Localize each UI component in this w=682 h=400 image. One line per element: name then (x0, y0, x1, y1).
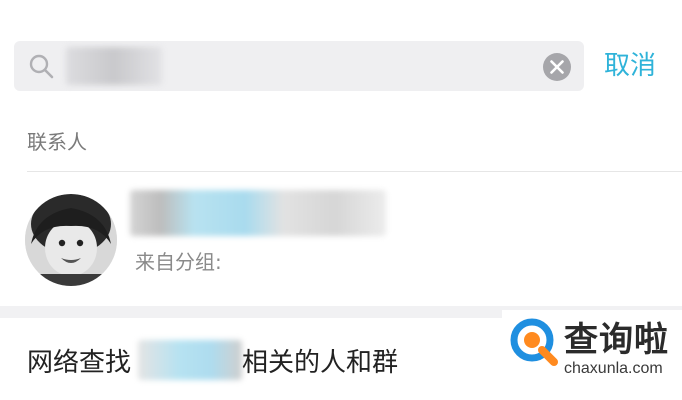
watermark: 查询啦 chaxunla.com (502, 310, 682, 400)
close-icon (550, 60, 564, 74)
search-bar (14, 41, 584, 91)
contact-result-row[interactable]: 来自分组: (0, 172, 682, 306)
avatar-photo (25, 194, 117, 286)
search-online-suffix: 相关的人和群 (242, 348, 399, 378)
clear-search-button[interactable] (543, 53, 571, 81)
cancel-button[interactable]: 取消 (604, 48, 670, 84)
watermark-url: chaxunla.com (564, 360, 663, 377)
watermark-title: 查询啦 (564, 320, 669, 360)
search-online-prefix: 网络查找 (27, 348, 132, 378)
contact-subtitle: 来自分组: (135, 250, 222, 274)
avatar (25, 194, 117, 286)
contact-name (130, 190, 386, 236)
redacted-query (66, 47, 162, 85)
chaxunla-logo-icon (510, 318, 558, 366)
redacted-query-inline (138, 340, 242, 380)
contacts-section-label: 联系人 (27, 130, 87, 154)
search-icon (29, 54, 54, 79)
